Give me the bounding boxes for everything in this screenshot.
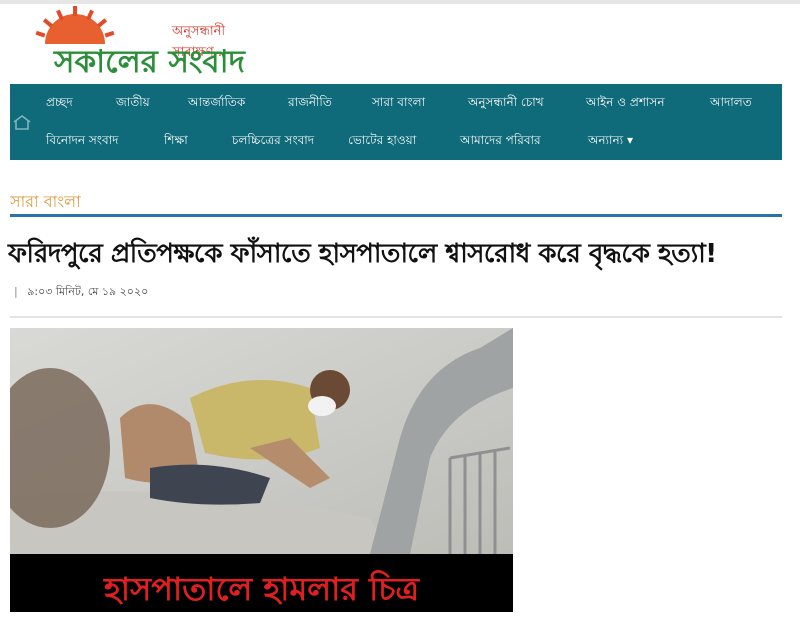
site-name: সকালের সংবাদ: [54, 44, 245, 80]
main-navigation: প্রচ্ছদ জাতীয় আন্তর্জাতিক রাজনীতি সারা …: [10, 84, 782, 160]
nav-item-politics[interactable]: রাজনীতি: [288, 94, 332, 114]
article-meta: | ৯:০৩ মিনিট, মে ১৯ ২০২০: [14, 283, 148, 302]
nav-item-others-dropdown[interactable]: অন্যান্য ▾: [588, 132, 633, 152]
section-divider: [10, 214, 782, 217]
nav-item-law[interactable]: আইন ও প্রশাসন: [586, 94, 665, 114]
article-timestamp: ৯:০৩ মিনিট, মে ১৯ ২০২০: [27, 285, 149, 298]
top-border: [0, 0, 800, 4]
nav-row-2: বিনোদন সংবাদ শিক্ষা চলচ্চিত্রের সংবাদ ভো…: [10, 122, 782, 160]
nav-item-family[interactable]: আমাদের পরিবার: [460, 132, 541, 152]
nav-item-election[interactable]: ভোটের হাওয়া: [348, 132, 416, 152]
image-caption: হাসপাতালে হামলার চিত্র: [103, 570, 420, 608]
nav-item-investigative[interactable]: অনুসন্ধানী চোখ: [468, 94, 544, 114]
photo-scene: [10, 328, 513, 554]
section-label[interactable]: সারা বাংলা: [10, 189, 81, 216]
nav-item-sara-bangla[interactable]: সারা বাংলা: [372, 94, 425, 114]
article-headline: ফরিদপুরে প্রতিপক্ষকে ফাঁসাতে হাসপাতালে শ…: [8, 239, 717, 269]
article-image: হাসপাতালে হামলার চিত্র: [10, 328, 513, 612]
meta-divider: [10, 316, 782, 318]
nav-item-national[interactable]: জাতীয়: [116, 94, 150, 114]
nav-item-court[interactable]: আদালত: [710, 94, 752, 114]
nav-item-education[interactable]: শিক্ষা: [164, 132, 188, 152]
image-caption-bar: হাসপাতালে হামলার চিত্র: [10, 554, 513, 612]
nav-row-1: প্রচ্ছদ জাতীয় আন্তর্জাতিক রাজনীতি সারা …: [10, 84, 782, 122]
nav-item-film[interactable]: চলচ্চিত্রের সংবাদ: [232, 132, 314, 152]
site-logo[interactable]: অনুসন্ধানী সাবাক্ষণ... সকালের সংবাদ: [24, 6, 274, 80]
meta-separator: |: [14, 285, 18, 298]
nav-item-home[interactable]: প্রচ্ছদ: [46, 94, 73, 114]
nav-item-international[interactable]: আন্তর্জাতিক: [188, 94, 245, 114]
nav-item-entertainment[interactable]: বিনোদন সংবাদ: [46, 132, 118, 152]
